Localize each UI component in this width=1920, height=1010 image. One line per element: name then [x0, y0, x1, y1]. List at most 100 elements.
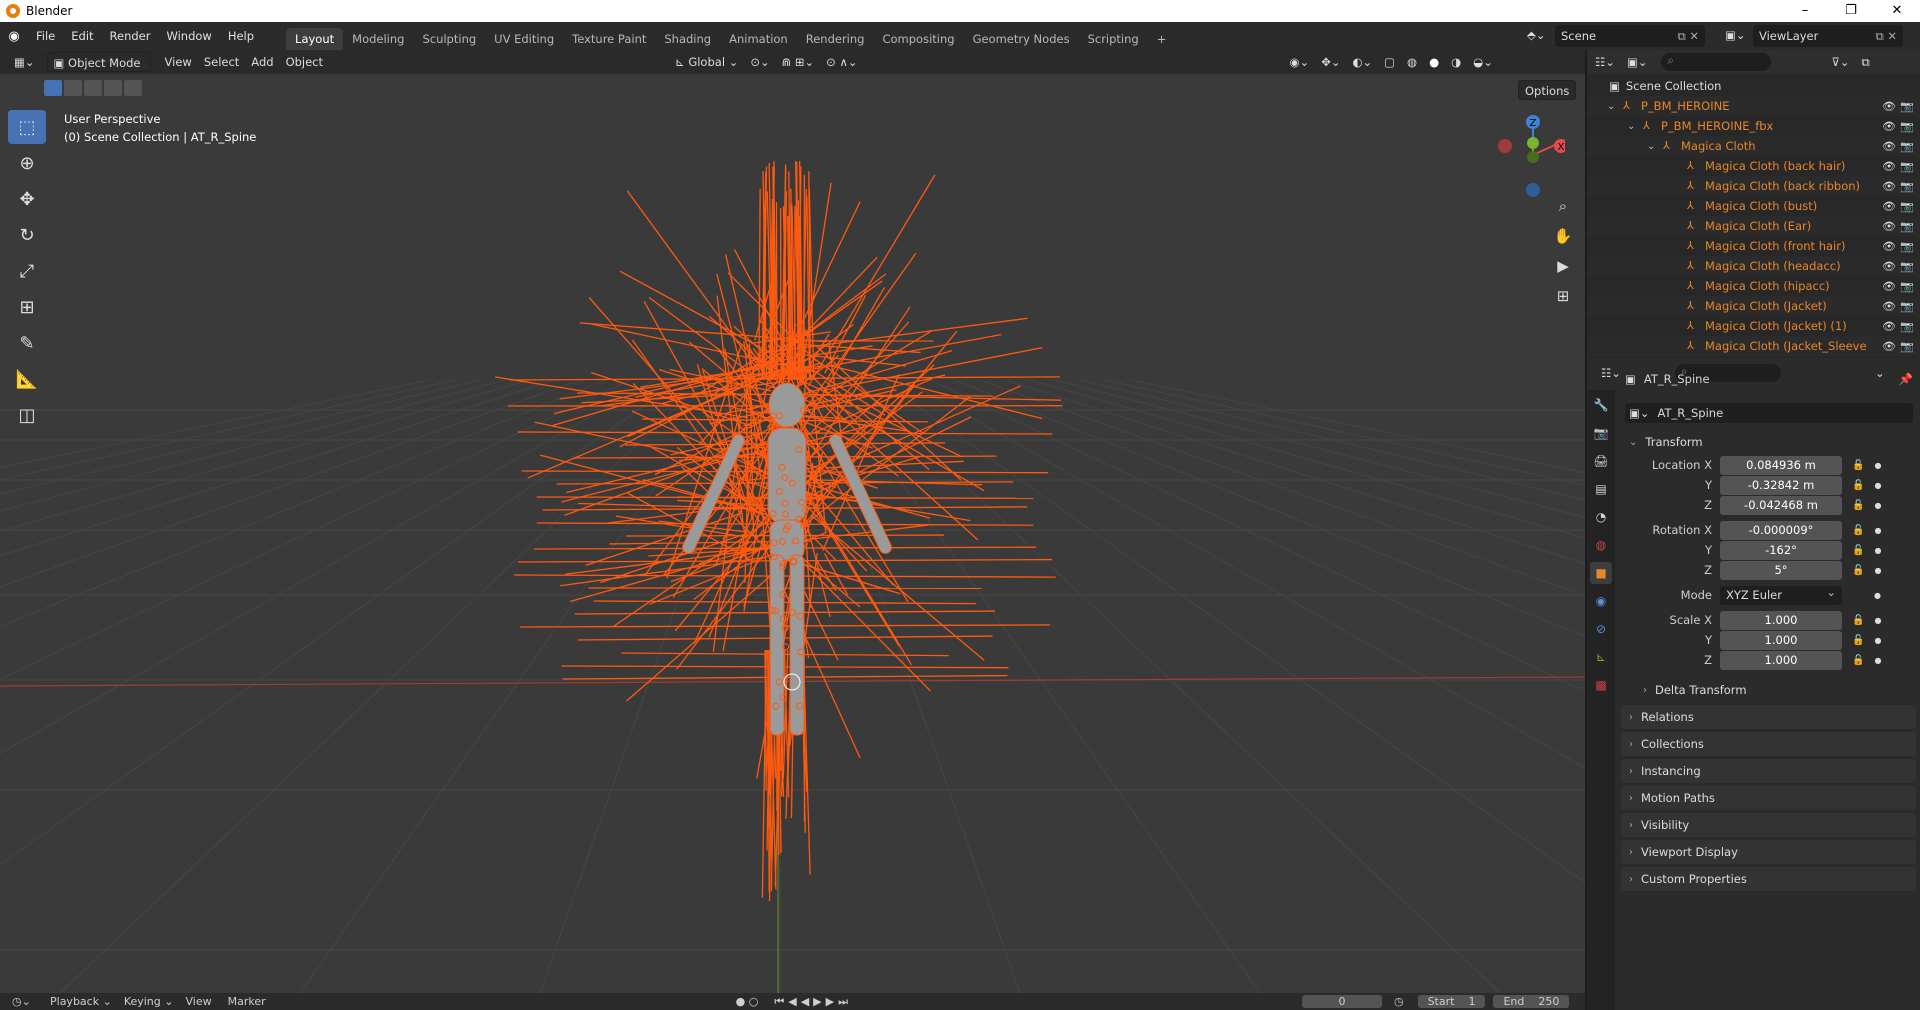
scene-selector-icon[interactable]: ⬘⌄: [1527, 28, 1545, 42]
eye-icon[interactable]: 👁: [1882, 220, 1896, 233]
overlay-toggle-icon[interactable]: ◐⌄: [1346, 52, 1378, 72]
eye-icon[interactable]: 👁: [1882, 180, 1896, 193]
lock-icon[interactable]: 🔓: [1852, 480, 1864, 491]
tool-tab-icon[interactable]: 🔧: [1590, 394, 1612, 416]
object-name-field[interactable]: ▣⌄ AT_R_Spine: [1625, 403, 1913, 423]
visibility-icon[interactable]: ◉⌄: [1284, 52, 1316, 72]
outliner-item[interactable]: ⅄ Magica Cloth (bust) 👁 📷: [1587, 196, 1920, 216]
pin-icon[interactable]: 📌: [1899, 372, 1913, 386]
start-frame-field[interactable]: Start 1: [1417, 995, 1486, 1008]
menu-add[interactable]: Add: [245, 52, 279, 72]
close-button[interactable]: ✕: [1874, 0, 1920, 22]
outliner-item[interactable]: ⅄ Magica Cloth (headacc) 👁 📷: [1587, 256, 1920, 276]
add-cube-tool-icon[interactable]: ◫: [8, 398, 46, 432]
editor-type-icon[interactable]: ▦⌄: [8, 52, 41, 72]
maximize-button[interactable]: ❐: [1828, 0, 1874, 22]
menu-help[interactable]: Help: [220, 22, 262, 50]
rotation-x-field[interactable]: -0.000009°: [1720, 520, 1842, 540]
menu-edit[interactable]: Edit: [63, 22, 101, 50]
location-z-field[interactable]: -0.042468 m: [1720, 495, 1842, 515]
outliner-item[interactable]: ⅄ Magica Cloth (back hair) 👁 📷: [1587, 156, 1920, 176]
outliner-item[interactable]: ⅄ Magica Cloth (front hair) 👁 📷: [1587, 236, 1920, 256]
filter-icon[interactable]: ⊽⌄: [1831, 55, 1849, 69]
proportional-edit-icon[interactable]: ⊙ ∧⌄: [820, 52, 863, 72]
navigation-gizmo[interactable]: Z X: [1485, 110, 1565, 200]
tab-animation[interactable]: Animation: [720, 28, 797, 50]
options-button[interactable]: Options: [1518, 80, 1577, 100]
keyframe-dot-icon[interactable]: ●: [1874, 481, 1881, 490]
menu-marker[interactable]: Marker: [228, 995, 266, 1008]
tab-rendering[interactable]: Rendering: [797, 28, 874, 50]
material-shading-icon[interactable]: ◑: [1445, 52, 1467, 72]
texture-tab-icon[interactable]: ▩: [1590, 674, 1612, 696]
outliner-item[interactable]: ⅄ Magica Cloth (Jacket) 👁 📷: [1587, 296, 1920, 316]
viewport-display-panel[interactable]: › Viewport Display: [1621, 840, 1916, 864]
menu-object[interactable]: Object: [280, 52, 329, 72]
menu-window[interactable]: Window: [158, 22, 219, 50]
measure-tool-icon[interactable]: 📐: [8, 362, 46, 396]
expand-chevron-icon[interactable]: ⌄: [1607, 101, 1615, 112]
camera-icon[interactable]: 📷: [1900, 220, 1914, 233]
outliner-root[interactable]: ▣ Scene Collection: [1587, 76, 1920, 96]
lock-icon[interactable]: 🔓: [1852, 525, 1864, 536]
tab-uv-editing[interactable]: UV Editing: [485, 28, 563, 50]
eye-icon[interactable]: 👁: [1882, 120, 1896, 133]
select-intersect-icon[interactable]: [124, 80, 142, 96]
object-data-icon[interactable]: ▣⌄: [1629, 406, 1650, 420]
lock-icon[interactable]: 🔓: [1852, 500, 1864, 511]
outliner-item[interactable]: ⌄ ⅄ P_BM_HEROINE 👁 📷: [1587, 96, 1920, 116]
cursor-tool-icon[interactable]: ⊕: [8, 146, 46, 180]
tab-modeling[interactable]: Modeling: [343, 28, 413, 50]
new-collection-icon[interactable]: ⧉: [1862, 55, 1870, 70]
lock-icon[interactable]: 🔓: [1852, 635, 1864, 646]
scale-z-field[interactable]: 1.000: [1720, 650, 1842, 670]
zoom-icon[interactable]: ⌕: [1549, 192, 1577, 220]
outliner-item[interactable]: ⅄ Magica Cloth (Ear) 👁 📷: [1587, 216, 1920, 236]
camera-icon[interactable]: 📷: [1900, 180, 1914, 193]
3d-viewport[interactable]: ▦⌄ ▣ Object Mode ⌄ View Select Add Objec…: [0, 50, 1585, 993]
pivot-point-icon[interactable]: ⊙⌄: [744, 52, 775, 72]
rotation-mode-dropdown[interactable]: XYZ Euler: [1720, 583, 1842, 605]
keyframe-dot-icon[interactable]: ●: [1874, 566, 1881, 575]
location-x-field[interactable]: 0.084936 m: [1720, 455, 1842, 475]
wireframe-shading-icon[interactable]: ◍: [1401, 52, 1423, 72]
expand-chevron-icon[interactable]: ⌄: [1627, 121, 1635, 132]
annotate-tool-icon[interactable]: ✎: [8, 326, 46, 360]
visibility-panel[interactable]: › Visibility: [1621, 813, 1916, 837]
output-tab-icon[interactable]: 🖨: [1590, 450, 1612, 472]
instancing-panel[interactable]: › Instancing: [1621, 759, 1916, 783]
keyframe-dot-icon[interactable]: ●: [1874, 461, 1881, 470]
lock-icon[interactable]: 🔓: [1852, 655, 1864, 666]
tab-sculpting[interactable]: Sculpting: [413, 28, 485, 50]
tab-texture-paint[interactable]: Texture Paint: [563, 28, 655, 50]
camera-icon[interactable]: 📷: [1900, 280, 1914, 293]
camera-icon[interactable]: 📷: [1900, 200, 1914, 213]
keyframe-dot-icon[interactable]: ●: [1874, 636, 1881, 645]
blender-menu-icon[interactable]: ◉: [0, 29, 28, 44]
camera-icon[interactable]: 📷: [1900, 240, 1914, 253]
minimize-button[interactable]: –: [1782, 0, 1828, 22]
motion-paths-panel[interactable]: › Motion Paths: [1621, 786, 1916, 810]
keyframe-dot-icon[interactable]: ●: [1874, 591, 1881, 600]
outliner-item[interactable]: ⅄ Magica Cloth (back ribbon) 👁 📷: [1587, 176, 1920, 196]
rotation-z-field[interactable]: 5°: [1720, 560, 1842, 580]
viewlayer-field[interactable]: ViewLayer ⧉ ✕: [1753, 25, 1903, 47]
end-frame-field[interactable]: End 250: [1493, 995, 1570, 1008]
scale-tool-icon[interactable]: ⤢: [8, 254, 46, 288]
add-workspace-button[interactable]: +: [1148, 28, 1176, 50]
eye-icon[interactable]: 👁: [1882, 140, 1896, 153]
lock-icon[interactable]: 🔓: [1852, 615, 1864, 626]
pan-hand-icon[interactable]: ✋: [1549, 222, 1577, 250]
scene-field[interactable]: Scene ⧉ ✕: [1555, 25, 1705, 47]
location-y-field[interactable]: -0.32842 m: [1720, 475, 1842, 495]
eye-icon[interactable]: 👁: [1882, 160, 1896, 173]
move-tool-icon[interactable]: ✥: [8, 182, 46, 216]
keyframe-dot-icon[interactable]: ●: [1874, 546, 1881, 555]
relations-panel[interactable]: › Relations: [1621, 705, 1916, 729]
tab-compositing[interactable]: Compositing: [873, 28, 963, 50]
eye-icon[interactable]: 👁: [1882, 200, 1896, 213]
eye-icon[interactable]: 👁: [1882, 100, 1896, 113]
viewlayer-actions-icon[interactable]: ⧉ ✕: [1875, 29, 1897, 44]
keyframe-dot-icon[interactable]: ●: [1874, 526, 1881, 535]
scale-y-field[interactable]: 1.000: [1720, 630, 1842, 650]
